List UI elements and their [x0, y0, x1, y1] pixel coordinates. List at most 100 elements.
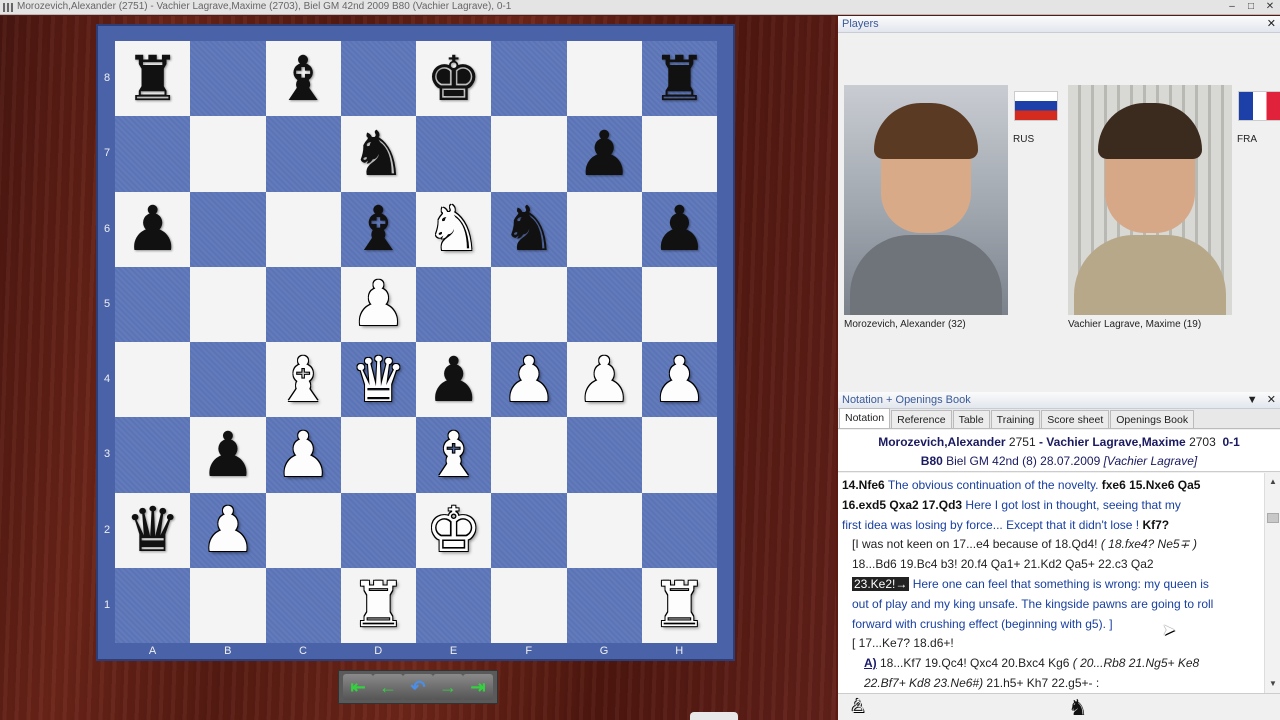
white-rook-icon[interactable]: ♜ [652, 574, 708, 636]
black-knight-icon[interactable]: ♞ [501, 198, 557, 260]
chess-board[interactable]: ♜ ♝ ♚ ♜ ♞ ♟ ♟ ♝ ♞ ♞ ♟ ♟ ♝ ♛ ♟ ♟ ♟ ♟ ♟ ♟ ♝ ♛ ♟ ♚ ♜ ♜ [115, 41, 717, 643]
square-a8[interactable]: ♜ [115, 41, 191, 117]
white-pawn-icon[interactable]: ♟ [351, 273, 407, 335]
square-g1[interactable] [566, 567, 642, 643]
takeback-button[interactable]: ↶ [403, 674, 433, 700]
square-a3[interactable] [115, 417, 191, 493]
square-e2[interactable]: ♚ [416, 492, 492, 568]
white-bishop-icon[interactable]: ♝ [275, 348, 331, 411]
notation-scrollbar[interactable]: ▲ ▼ [1264, 473, 1280, 693]
white-knight-icon[interactable]: ♞ [426, 198, 482, 260]
square-h8[interactable]: ♜ [641, 41, 717, 117]
minimize-button[interactable]: – [1224, 0, 1240, 14]
square-c4[interactable]: ♝ [265, 342, 341, 418]
tab-training[interactable]: Training [990, 410, 1041, 428]
square-b5[interactable] [190, 266, 266, 342]
square-d7[interactable]: ♞ [340, 116, 416, 192]
black-knight-icon[interactable]: ♞ [351, 122, 407, 185]
white-pawn-icon[interactable]: ♟ [501, 348, 557, 411]
square-c7[interactable] [265, 116, 341, 192]
square-e1[interactable] [416, 567, 492, 643]
tab-score-sheet[interactable]: Score sheet [1041, 410, 1110, 428]
panel-menu-icon[interactable]: ▼ [1247, 394, 1258, 406]
square-e4[interactable]: ♟ [416, 342, 492, 418]
square-f4[interactable]: ♟ [491, 342, 567, 418]
square-c1[interactable] [265, 567, 341, 643]
current-move[interactable]: 23.Ke2!→ [852, 576, 910, 591]
square-g6[interactable] [566, 191, 642, 267]
square-f2[interactable] [491, 492, 567, 568]
square-f1[interactable] [491, 567, 567, 643]
square-f7[interactable] [491, 116, 567, 192]
square-g4[interactable]: ♟ [566, 342, 642, 418]
black-rook-icon[interactable]: ♜ [125, 47, 181, 110]
tab-reference[interactable]: Reference [891, 410, 952, 428]
black-pawn-icon[interactable]: ♟ [652, 198, 708, 260]
square-d2[interactable] [340, 492, 416, 568]
tab-notation[interactable]: Notation [839, 408, 891, 428]
square-b1[interactable] [190, 567, 266, 643]
scrollbar-thumb[interactable] [1267, 513, 1279, 523]
notation-panel-close-icon[interactable]: ✕ [1267, 394, 1276, 406]
square-h6[interactable]: ♟ [641, 191, 717, 267]
board-scroll-knob[interactable] [690, 712, 738, 720]
square-d8[interactable] [340, 41, 416, 117]
square-g8[interactable] [566, 41, 642, 117]
scroll-up-icon[interactable]: ▲ [1267, 477, 1279, 487]
white-queen-icon[interactable]: ♛ [351, 348, 407, 411]
square-g5[interactable] [566, 266, 642, 342]
square-b4[interactable] [190, 342, 266, 418]
black-pawn-icon[interactable]: ♟ [576, 122, 632, 185]
square-f6[interactable]: ♞ [491, 191, 567, 267]
black-bishop-icon[interactable]: ♝ [275, 47, 331, 110]
square-b6[interactable] [190, 191, 266, 267]
last-move-button[interactable]: ⇥ [463, 674, 493, 700]
scroll-down-icon[interactable]: ▼ [1267, 679, 1279, 689]
square-a6[interactable]: ♟ [115, 191, 191, 267]
square-h2[interactable] [641, 492, 717, 568]
tab-table[interactable]: Table [952, 410, 990, 428]
square-c5[interactable] [265, 266, 341, 342]
square-c8[interactable]: ♝ [265, 41, 341, 117]
square-h1[interactable]: ♜ [641, 567, 717, 643]
square-b3[interactable]: ♟ [190, 417, 266, 493]
square-b7[interactable] [190, 116, 266, 192]
square-e6[interactable]: ♞ [416, 191, 492, 267]
square-b2[interactable]: ♟ [190, 492, 266, 568]
square-d1[interactable]: ♜ [340, 567, 416, 643]
square-f5[interactable] [491, 266, 567, 342]
square-c6[interactable] [265, 191, 341, 267]
square-e3[interactable]: ♝ [416, 417, 492, 493]
white-king-icon[interactable]: ♚ [426, 499, 482, 561]
square-d6[interactable]: ♝ [340, 191, 416, 267]
next-move-button[interactable]: → [433, 674, 463, 700]
square-c3[interactable]: ♟ [265, 417, 341, 493]
tab-openings-book[interactable]: Openings Book [1110, 410, 1195, 428]
black-rook-icon[interactable]: ♜ [652, 47, 708, 110]
square-f8[interactable] [491, 41, 567, 117]
white-bishop-icon[interactable]: ♝ [426, 423, 482, 486]
square-a7[interactable] [115, 116, 191, 192]
close-button[interactable]: ✕ [1262, 0, 1278, 14]
white-rook-icon[interactable]: ♜ [351, 574, 407, 636]
square-b8[interactable] [190, 41, 266, 117]
square-a4[interactable] [115, 342, 191, 418]
square-e5[interactable] [416, 266, 492, 342]
square-d3[interactable] [340, 417, 416, 493]
square-h4[interactable]: ♟ [641, 342, 717, 418]
black-pawn-icon[interactable]: ♟ [200, 423, 256, 486]
square-a5[interactable] [115, 266, 191, 342]
square-g7[interactable]: ♟ [566, 116, 642, 192]
black-pawn-icon[interactable]: ♟ [426, 348, 482, 411]
square-h7[interactable] [641, 116, 717, 192]
notation-text[interactable]: 14.Nfe6 The obvious continuation of the … [838, 473, 1264, 693]
square-h3[interactable] [641, 417, 717, 493]
previous-move-button[interactable]: ← [373, 674, 403, 700]
white-pawn-icon[interactable]: ♟ [576, 348, 632, 411]
square-a1[interactable] [115, 567, 191, 643]
black-bishop-icon[interactable]: ♝ [351, 198, 407, 260]
square-g2[interactable] [566, 492, 642, 568]
white-pawn-icon[interactable]: ♟ [200, 499, 256, 561]
square-d4[interactable]: ♛ [340, 342, 416, 418]
square-d5[interactable]: ♟ [340, 266, 416, 342]
